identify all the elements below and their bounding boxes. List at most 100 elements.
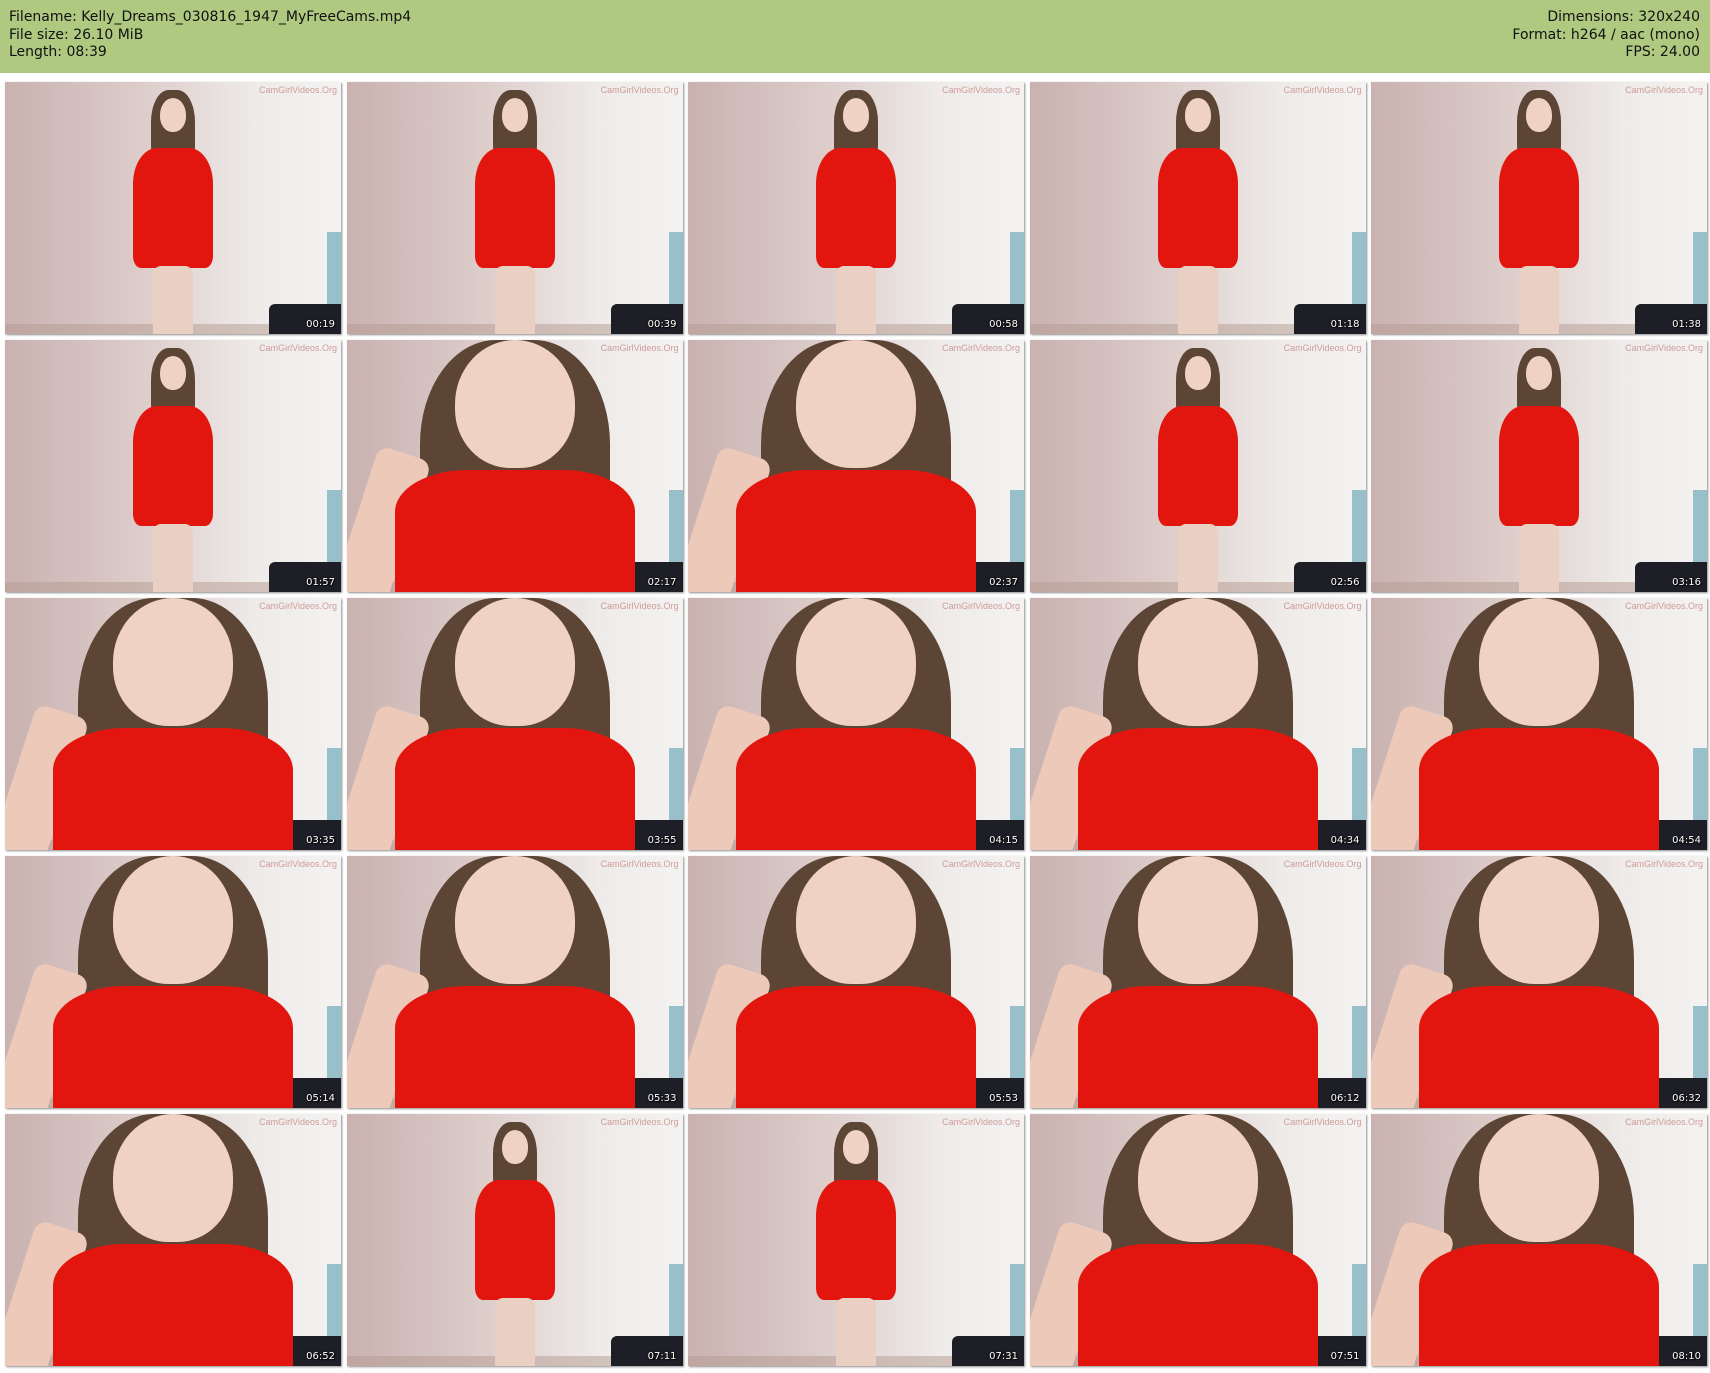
figure-dress — [816, 148, 896, 268]
thumbnail-timestamp: 06:12 — [1330, 1093, 1360, 1104]
figure-face — [454, 856, 575, 984]
video-thumbnail[interactable]: CamGirlVideos.Org 00:58 — [688, 82, 1024, 334]
figure-face — [454, 340, 575, 468]
watermark-text: CamGirlVideos.Org — [259, 85, 337, 95]
figure-legs — [494, 266, 535, 334]
watermark-text: CamGirlVideos.Org — [259, 859, 337, 869]
figure-face — [1479, 1114, 1599, 1242]
figure-face — [1479, 598, 1599, 726]
video-thumbnail[interactable]: CamGirlVideos.Org 04:54 — [1371, 598, 1707, 850]
thumbnail-timestamp: 07:51 — [1330, 1351, 1360, 1362]
video-thumbnail[interactable]: CamGirlVideos.Org 03:55 — [346, 598, 683, 850]
video-thumbnail[interactable]: CamGirlVideos.Org 07:11 — [346, 1114, 683, 1366]
video-thumbnail[interactable]: CamGirlVideos.Org 04:34 — [1029, 598, 1366, 850]
figure-dress — [474, 148, 555, 268]
video-thumbnail[interactable]: CamGirlVideos.Org 07:31 — [688, 1114, 1024, 1366]
watermark-text: CamGirlVideos.Org — [1625, 1117, 1703, 1127]
length-text: Length: 08:39 — [9, 44, 107, 60]
video-thumbnail[interactable]: CamGirlVideos.Org 05:14 — [5, 856, 341, 1108]
figure-dress — [1419, 986, 1659, 1108]
figure-face — [113, 856, 233, 984]
thumbnail-timestamp: 06:32 — [1672, 1093, 1701, 1104]
thumbnail-timestamp: 02:37 — [989, 577, 1018, 588]
video-thumbnail[interactable]: CamGirlVideos.Org 01:18 — [1029, 82, 1366, 334]
thumbnail-timestamp: 02:56 — [1330, 577, 1360, 588]
figure-dress — [1077, 986, 1318, 1108]
figure-dress — [1499, 406, 1579, 526]
video-thumbnail[interactable]: CamGirlVideos.Org 00:19 — [5, 82, 341, 334]
watermark-text: CamGirlVideos.Org — [942, 85, 1020, 95]
figure-face — [796, 856, 916, 984]
video-thumbnail[interactable]: CamGirlVideos.Org 02:56 — [1029, 340, 1366, 592]
filename-text: Filename: Kelly_Dreams_030816_1947_MyFre… — [9, 9, 412, 25]
video-thumbnail[interactable]: CamGirlVideos.Org 05:33 — [346, 856, 683, 1108]
figure-face — [1137, 856, 1258, 984]
figure-face — [1137, 598, 1258, 726]
thumbnail-timestamp: 05:14 — [306, 1093, 335, 1104]
watermark-text: CamGirlVideos.Org — [600, 601, 679, 611]
video-thumbnail[interactable]: CamGirlVideos.Org 06:12 — [1029, 856, 1366, 1108]
figure-dress — [53, 986, 293, 1108]
figure-face — [160, 98, 186, 132]
figure-dress — [1419, 728, 1659, 850]
video-thumbnail[interactable]: CamGirlVideos.Org 04:15 — [688, 598, 1024, 850]
thumbnail-timestamp: 01:38 — [1672, 319, 1701, 330]
watermark-text: CamGirlVideos.Org — [600, 343, 679, 353]
video-thumbnail[interactable]: CamGirlVideos.Org 06:52 — [5, 1114, 341, 1366]
figure-dress — [133, 406, 213, 526]
figure-legs — [153, 266, 193, 334]
thumbnail-timestamp: 03:35 — [306, 835, 335, 846]
video-thumbnail[interactable]: CamGirlVideos.Org 07:51 — [1029, 1114, 1366, 1366]
video-thumbnail[interactable]: CamGirlVideos.Org 03:35 — [5, 598, 341, 850]
thumbnail-timestamp: 08:10 — [1672, 1351, 1701, 1362]
figure-dress — [1419, 1244, 1659, 1366]
thumbnail-timestamp: 04:34 — [1330, 835, 1360, 846]
figure-dress — [133, 148, 213, 268]
figure-face — [501, 98, 528, 132]
video-thumbnail[interactable]: CamGirlVideos.Org 00:39 — [346, 82, 683, 334]
figure-dress — [736, 470, 976, 592]
video-thumbnail[interactable]: CamGirlVideos.Org 01:38 — [1371, 82, 1707, 334]
thumbnail-timestamp: 06:52 — [306, 1351, 335, 1362]
video-thumbnail[interactable]: CamGirlVideos.Org 01:57 — [5, 340, 341, 592]
watermark-text: CamGirlVideos.Org — [1283, 601, 1362, 611]
video-thumbnail[interactable]: CamGirlVideos.Org 02:17 — [346, 340, 683, 592]
video-thumbnail[interactable]: CamGirlVideos.Org 05:53 — [688, 856, 1024, 1108]
figure-legs — [1519, 266, 1559, 334]
figure-face — [1184, 356, 1211, 390]
thumbnail-timestamp: 00:19 — [306, 319, 335, 330]
file-info-left: Filename: Kelly_Dreams_030816_1947_MyFre… — [9, 9, 411, 62]
thumbnail-grid: CamGirlVideos.Org 00:19 CamGirlVideos.Org 0… — [5, 82, 1707, 1366]
figure-dress — [394, 986, 635, 1108]
video-thumbnail[interactable]: CamGirlVideos.Org 08:10 — [1371, 1114, 1707, 1366]
thumbnail-timestamp: 05:53 — [989, 1093, 1018, 1104]
figure-legs — [836, 1298, 876, 1366]
thumbnail-timestamp: 01:18 — [1330, 319, 1360, 330]
figure-legs — [836, 266, 876, 334]
thumbnail-timestamp: 02:17 — [647, 577, 677, 588]
thumbnail-timestamp: 04:54 — [1672, 835, 1701, 846]
figure-face — [843, 1130, 869, 1164]
watermark-text: CamGirlVideos.Org — [1283, 343, 1362, 353]
figure-face — [1137, 1114, 1258, 1242]
filesize-text: File size: 26.10 MiB — [9, 26, 144, 43]
thumbnail-timestamp: 00:58 — [989, 319, 1018, 330]
figure-legs — [1177, 524, 1218, 592]
watermark-text: CamGirlVideos.Org — [600, 859, 679, 869]
video-thumbnail[interactable]: CamGirlVideos.Org 03:16 — [1371, 340, 1707, 592]
video-thumbnail[interactable]: CamGirlVideos.Org 06:32 — [1371, 856, 1707, 1108]
thumbnail-timestamp: 03:16 — [1672, 577, 1701, 588]
figure-legs — [494, 1298, 535, 1366]
watermark-text: CamGirlVideos.Org — [942, 859, 1020, 869]
info-header: Filename: Kelly_Dreams_030816_1947_MyFre… — [0, 0, 1710, 73]
watermark-text: CamGirlVideos.Org — [259, 1117, 337, 1127]
figure-dress — [1077, 728, 1318, 850]
thumbnail-timestamp: 00:39 — [647, 319, 677, 330]
figure-dress — [53, 728, 293, 850]
video-thumbnail[interactable]: CamGirlVideos.Org 02:37 — [688, 340, 1024, 592]
watermark-text: CamGirlVideos.Org — [1625, 859, 1703, 869]
figure-face — [113, 598, 233, 726]
figure-face — [1479, 856, 1599, 984]
thumbnail-timestamp: 04:15 — [989, 835, 1018, 846]
watermark-text: CamGirlVideos.Org — [942, 343, 1020, 353]
